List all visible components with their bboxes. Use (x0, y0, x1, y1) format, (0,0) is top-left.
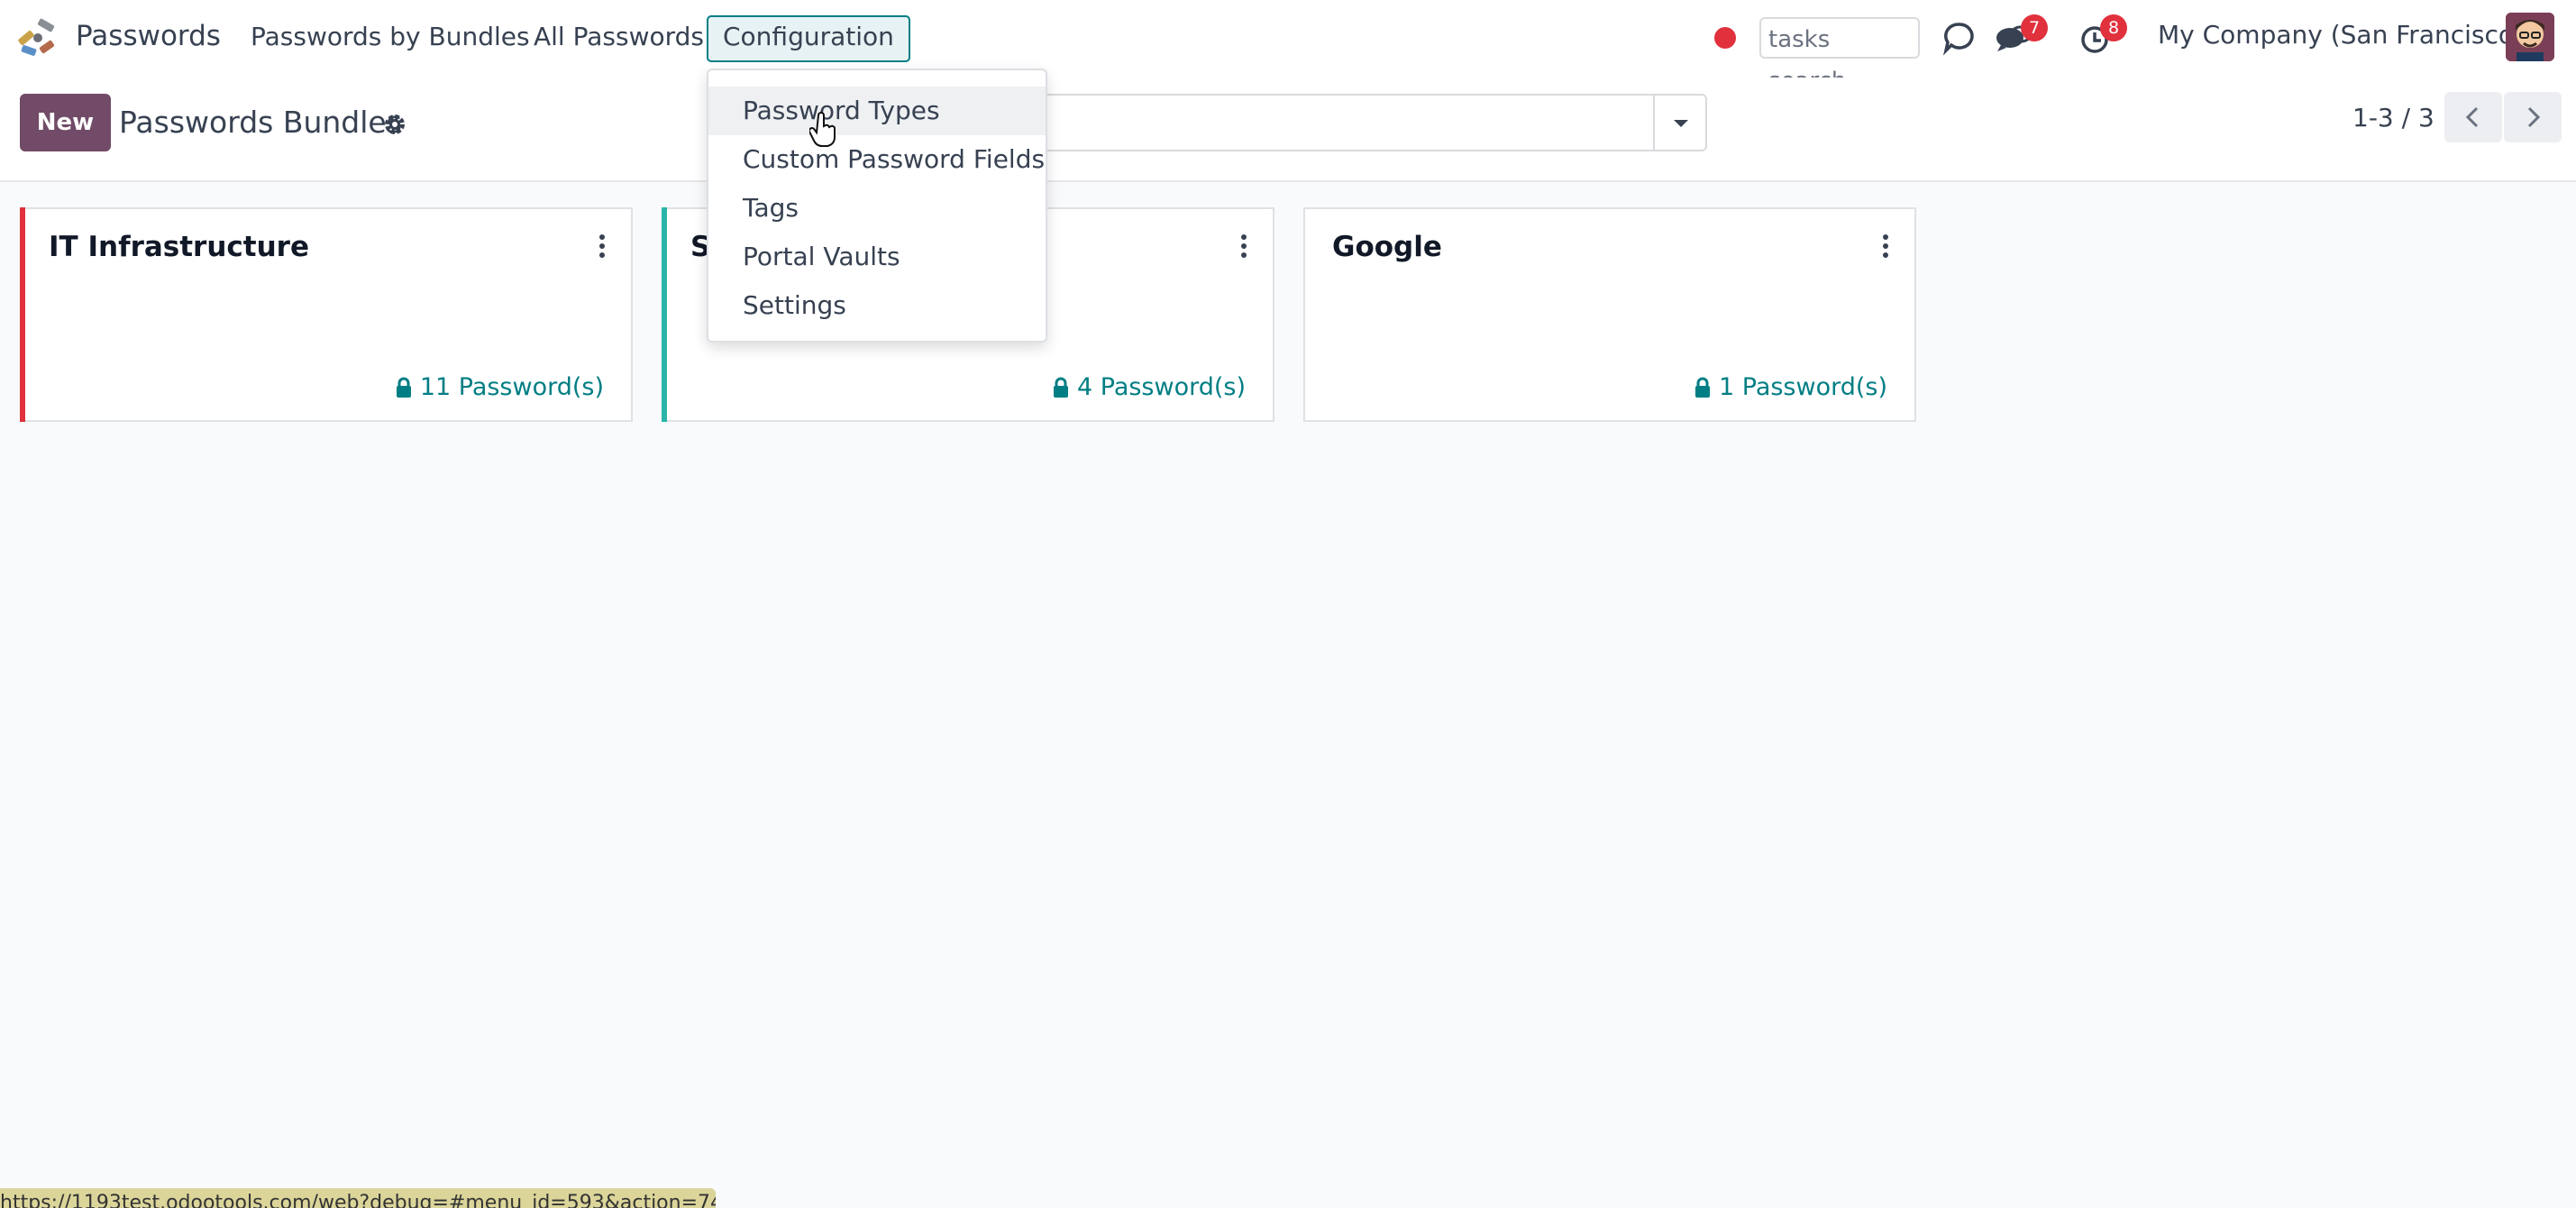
lock-icon (1053, 377, 1068, 398)
app-grid-icon[interactable] (14, 14, 61, 61)
chevron-left-icon (2465, 106, 2479, 128)
kanban-card[interactable]: Google 1 Password(s) (1303, 207, 1916, 422)
control-panel: New Passwords Bundles 1-3 / 3 (0, 78, 2576, 182)
top-navbar: Passwords Passwords by Bundles All Passw… (0, 0, 2576, 95)
activities-badge: 8 (2100, 14, 2127, 41)
new-button[interactable]: New (20, 94, 111, 151)
menu-item-tags[interactable]: Tags (708, 184, 1046, 233)
gear-icon[interactable] (382, 112, 407, 137)
breadcrumb-title: Passwords Bundles (119, 105, 402, 140)
tasks-search-input[interactable]: tasks search (1759, 17, 1920, 95)
card-title: IT Infrastructure (49, 231, 309, 263)
discuss-icon[interactable] (1940, 18, 1979, 58)
lock-icon (1694, 377, 1710, 398)
card-menu-icon[interactable] (1880, 234, 1891, 260)
search-options-toggle[interactable] (1653, 94, 1707, 151)
recording-indicator[interactable] (1714, 27, 1736, 49)
menu-passwords-by-bundles[interactable]: Passwords by Bundles (236, 15, 544, 59)
configuration-dropdown: Password Types Custom Password Fields Ta… (707, 69, 1047, 343)
chevron-right-icon (2527, 106, 2541, 128)
menu-all-passwords[interactable]: All Passwords (519, 15, 718, 59)
card-title: Google (1332, 231, 1442, 263)
card-count-label: 11 Password(s) (419, 373, 604, 401)
card-count-label: 1 Password(s) (1718, 373, 1887, 401)
company-switcher[interactable]: My Company (San Francisco) (2158, 20, 2524, 50)
user-avatar[interactable] (2506, 13, 2554, 61)
card-password-count[interactable]: 4 Password(s) (1052, 373, 1246, 401)
pager-previous-button[interactable] (2444, 92, 2502, 142)
app-name[interactable]: Passwords (76, 20, 221, 52)
card-password-count[interactable]: 11 Password(s) (395, 373, 604, 401)
menu-item-settings[interactable]: Settings (708, 281, 1046, 330)
card-color-stripe (20, 207, 25, 422)
status-bar-url: https://1193test.odootools.com/web?debug… (0, 1188, 716, 1208)
lock-icon (396, 377, 411, 398)
menu-item-portal-vaults[interactable]: Portal Vaults (708, 233, 1046, 281)
menu-configuration[interactable]: Configuration (707, 15, 910, 62)
pager-next-button[interactable] (2504, 92, 2562, 142)
caret-down-icon (1674, 120, 1688, 127)
card-count-label: 4 Password(s) (1076, 373, 1246, 401)
card-menu-icon[interactable] (1238, 234, 1249, 260)
card-menu-icon[interactable] (597, 234, 607, 260)
search-bar[interactable] (999, 94, 1655, 151)
messages-badge: 7 (2021, 14, 2048, 41)
card-password-count[interactable]: 1 Password(s) (1694, 373, 1887, 401)
card-color-stripe (662, 207, 667, 422)
hand-pointer-icon (808, 112, 838, 148)
menu-item-custom-password-fields[interactable]: Custom Password Fields (708, 135, 1046, 184)
kanban-card[interactable]: IT Infrastructure 11 Password(s) (20, 207, 633, 422)
pager-value[interactable]: 1-3 / 3 (2352, 103, 2434, 133)
menu-item-password-types[interactable]: Password Types (708, 87, 1046, 135)
